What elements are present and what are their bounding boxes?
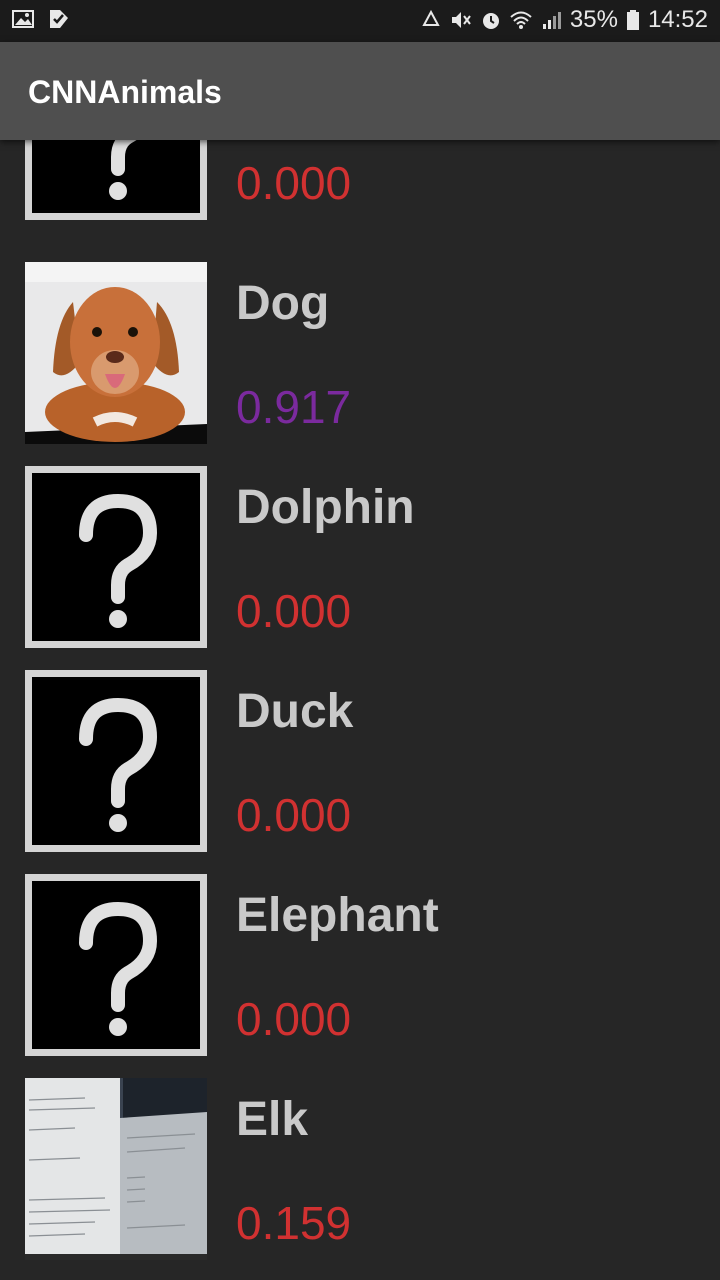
item-label: Elephant: [236, 889, 439, 942]
unknown-image-placeholder: [25, 670, 207, 852]
recycle-icon: [420, 9, 442, 31]
item-score: 0.000: [236, 993, 352, 1045]
image-icon: [12, 8, 34, 30]
status-left-icons: [12, 8, 70, 30]
item-score: 0.159: [236, 1197, 352, 1249]
question-mark-icon: [79, 901, 158, 1036]
list-item[interactable]: Elephant 0.000: [0, 874, 720, 1078]
status-right: 35% 14:52: [420, 6, 708, 34]
signal-icon: [540, 9, 562, 31]
mute-icon: [450, 9, 472, 31]
status-bar: 35% 14:52: [0, 0, 720, 42]
item-score: 0.917: [236, 381, 352, 433]
app-title: CNNAnimals: [28, 74, 222, 110]
item-score: 0.000: [236, 789, 352, 841]
item-label: Elk: [236, 1093, 309, 1146]
item-score: 0.000: [236, 585, 352, 637]
item-label: Dolphin: [236, 481, 415, 534]
wifi-icon: [510, 9, 532, 31]
battery-percent: 35%: [569, 6, 618, 33]
list-item[interactable]: Dolphin 0.000: [0, 466, 720, 670]
clock-time: 14:52: [647, 6, 708, 33]
screen-photo: [25, 1078, 207, 1260]
question-mark-icon: [79, 697, 158, 832]
question-mark-icon: [79, 493, 158, 628]
app-bar: CNNAnimals: [0, 42, 720, 140]
dog-photo: [25, 262, 207, 444]
list-item[interactable]: Elk 0.159: [0, 1078, 720, 1280]
unknown-image-placeholder: [25, 466, 207, 648]
item-label: Duck: [236, 685, 354, 738]
item-score: 0.000: [236, 157, 352, 209]
alarm-icon: [480, 9, 502, 31]
item-label: Dog: [236, 277, 330, 330]
results-list[interactable]: 0.000 Dog 0.917 Dolphin 0.000 Duck 0.000…: [0, 140, 720, 1280]
unknown-image-placeholder: [25, 874, 207, 1056]
question-mark-icon: [109, 140, 137, 200]
list-item[interactable]: 0.000: [0, 140, 720, 242]
list-item[interactable]: Duck 0.000: [0, 670, 720, 874]
list-item[interactable]: Dog 0.917: [0, 262, 720, 466]
unknown-image-placeholder: [25, 140, 207, 220]
battery-icon: [626, 9, 640, 31]
check-notification-icon: [48, 8, 70, 30]
